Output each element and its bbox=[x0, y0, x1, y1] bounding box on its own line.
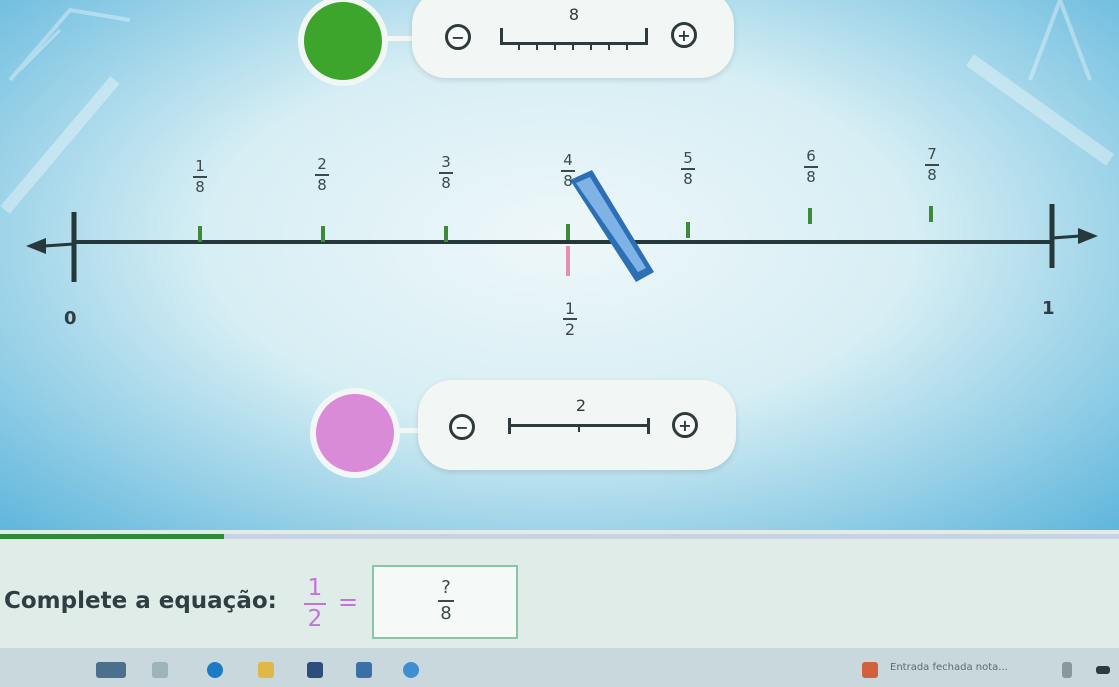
pink-color-dot bbox=[310, 388, 400, 478]
fraction-label: 38 bbox=[431, 154, 461, 192]
edge-browser-icon[interactable] bbox=[207, 662, 223, 678]
plus-icon: + bbox=[678, 415, 692, 435]
task-view-icon[interactable] bbox=[152, 662, 168, 678]
bottom-plus-button[interactable]: + bbox=[672, 412, 698, 438]
activity-stage: − 8 + 18 28 38 48 5 8 6 8 7 8 0 1 1 2 − … bbox=[0, 0, 1119, 530]
given-fraction: 12 bbox=[300, 576, 330, 632]
eighth-tick bbox=[198, 226, 202, 242]
eighth-tick bbox=[686, 222, 690, 238]
start-icon[interactable] bbox=[96, 662, 126, 678]
bottom-ruler-right-end bbox=[647, 418, 650, 434]
zero-label: 0 bbox=[64, 308, 77, 329]
taskbar-status-text: Entrada fechada nota... bbox=[890, 662, 1008, 673]
fraction-label: 28 bbox=[307, 156, 337, 194]
right-arrow-icon bbox=[1078, 228, 1098, 244]
eighth-tick bbox=[321, 226, 325, 242]
eighth-tick bbox=[929, 206, 933, 222]
mail-icon[interactable] bbox=[356, 662, 372, 678]
answer-fraction: ? 8 bbox=[431, 578, 461, 624]
minus-icon: − bbox=[455, 417, 469, 437]
fraction-label: 48 bbox=[553, 152, 583, 190]
notification-app-icon[interactable] bbox=[862, 662, 878, 678]
os-taskbar: Entrada fechada nota... bbox=[0, 648, 1119, 687]
progress-fill bbox=[0, 534, 224, 539]
question-prompt: Complete a equação: bbox=[4, 588, 277, 614]
bottom-denominator-value: 2 bbox=[575, 396, 587, 415]
equals-sign: = bbox=[338, 588, 359, 616]
app-icon[interactable] bbox=[403, 662, 419, 678]
eighth-tick bbox=[444, 226, 448, 242]
fraction-label: 68 bbox=[796, 148, 826, 186]
bottom-minus-button[interactable]: − bbox=[449, 414, 475, 440]
bottom-ruler-tick bbox=[578, 426, 580, 432]
left-arrow-icon bbox=[26, 238, 46, 254]
battery-icon bbox=[1096, 666, 1110, 674]
tray-chevron-icon[interactable] bbox=[1062, 662, 1072, 678]
fraction-label: 78 bbox=[917, 146, 947, 184]
one-label: 1 bbox=[1042, 298, 1055, 319]
file-explorer-icon[interactable] bbox=[258, 662, 274, 678]
half-label: 12 bbox=[563, 299, 577, 339]
fraction-label: 58 bbox=[673, 150, 703, 188]
eighth-tick bbox=[566, 224, 570, 240]
store-icon[interactable] bbox=[307, 662, 323, 678]
eighth-tick bbox=[808, 208, 812, 224]
fraction-label: 18 bbox=[185, 158, 215, 196]
